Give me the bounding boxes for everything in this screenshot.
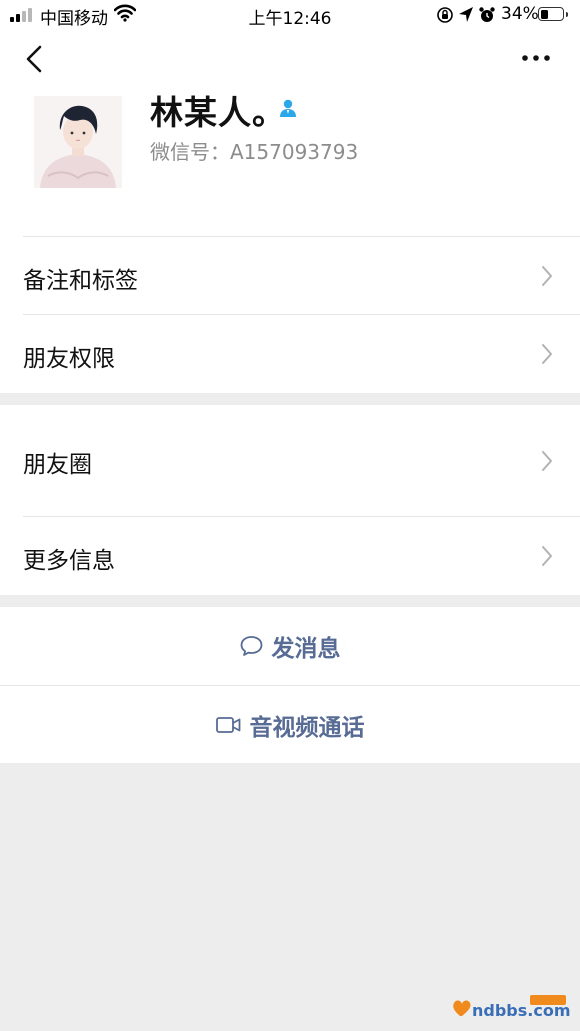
wechat-id-value: A157093793 xyxy=(230,140,359,164)
battery-icon xyxy=(538,7,568,21)
video-call-content: 音视频通话 xyxy=(216,708,365,742)
battery-level xyxy=(540,9,548,19)
video-camera-icon xyxy=(216,717,241,733)
send-message-label: 发消息 xyxy=(271,636,341,662)
action-buttons: 发消息 音视频通话 xyxy=(0,607,580,763)
menu-item-moments[interactable]: 朋友圈 xyxy=(0,405,580,516)
wechat-id-label: 微信号： xyxy=(150,140,230,164)
chevron-right-icon xyxy=(542,344,552,364)
avatar[interactable] xyxy=(34,96,122,188)
site-watermark: ndbbs.com xyxy=(452,994,571,1022)
profile-card: 林某人。 微信号：A157093793 备注和标签 朋友权限 xyxy=(0,30,580,393)
location-arrow-icon xyxy=(459,7,473,22)
ndbbs-logo: ndbbs.com xyxy=(453,995,571,1020)
alarm-icon xyxy=(479,7,495,22)
person-icon xyxy=(280,99,296,117)
menu-item-remarks-tags[interactable]: 备注和标签 xyxy=(0,237,580,314)
video-call-label: 音视频通话 xyxy=(249,715,365,741)
chevron-right-icon xyxy=(542,546,552,566)
avatar-illustration xyxy=(34,96,122,188)
profile-name: 林某人。 xyxy=(150,93,286,132)
menu-group-moments: 朋友圈 更多信息 xyxy=(0,405,580,595)
chat-bubble-icon xyxy=(240,636,263,656)
wechat-id: 微信号：A157093793 xyxy=(150,136,358,165)
menu-item-friend-permissions[interactable]: 朋友权限 xyxy=(0,315,580,393)
menu-item-more-info[interactable]: 更多信息 xyxy=(0,517,580,595)
battery-percent: 34% xyxy=(501,4,539,24)
chevron-right-icon xyxy=(542,451,552,471)
send-message-button[interactable]: 发消息 xyxy=(0,607,580,685)
menu-item-label: 朋友权限 xyxy=(23,346,115,372)
status-bar: 中国移动 上午12:46 34% xyxy=(0,0,580,30)
more-options-icon[interactable] xyxy=(516,48,556,68)
menu-item-label: 更多信息 xyxy=(23,548,115,574)
send-message-content: 发消息 xyxy=(240,629,341,663)
menu-item-label: 朋友圈 xyxy=(23,452,92,478)
video-call-button[interactable]: 音视频通话 xyxy=(0,686,580,764)
orientation-lock-icon xyxy=(437,7,453,23)
chevron-right-icon xyxy=(542,266,552,286)
menu-item-label: 备注和标签 xyxy=(23,268,138,294)
back-chevron-icon[interactable] xyxy=(20,44,50,74)
